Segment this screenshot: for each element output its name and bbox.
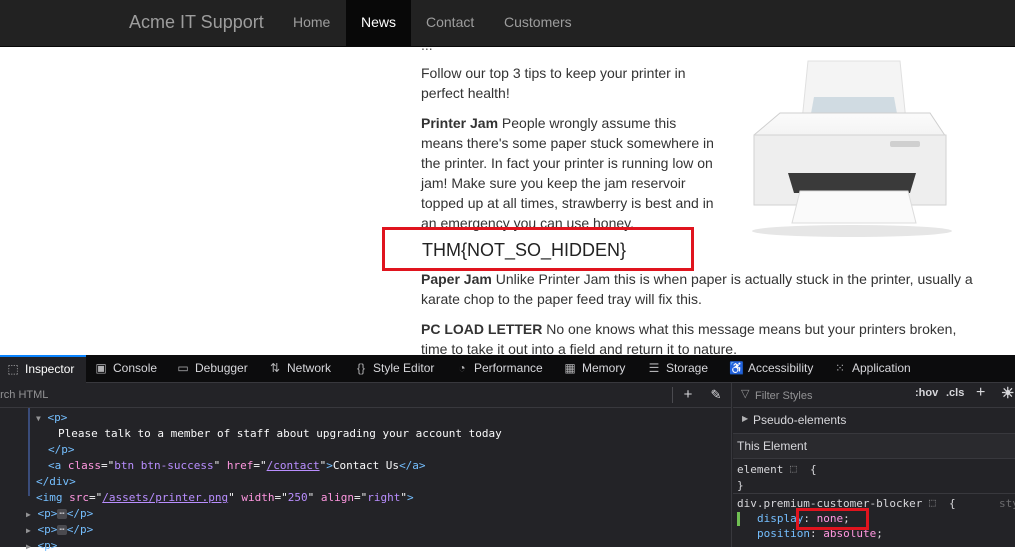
- tab-style-editor[interactable]: {} Style Editor: [354, 355, 434, 383]
- tab-performance[interactable]: ◔ Performance: [455, 355, 542, 383]
- memory-icon: ▦: [564, 361, 576, 375]
- markup-search-bar: + ✎: [0, 383, 732, 408]
- top-navbar: Acme IT Support Home News Contact Custom…: [0, 0, 1015, 47]
- tab-inspector[interactable]: ⬚ Inspector: [0, 355, 86, 383]
- rule-source-link[interactable]: sty: [999, 497, 1015, 510]
- tip-printer-jam: Printer Jam People wrongly assume this m…: [421, 113, 721, 233]
- inspector-icon: ⬚: [7, 362, 19, 376]
- nav-contact[interactable]: Contact: [411, 0, 489, 47]
- rules-toolbar: ▽ :hov .cls + ☀: [733, 383, 1015, 408]
- intro-paragraph: Follow our top 3 tips to keep your print…: [421, 65, 686, 101]
- tip-paper-jam: Paper Jam Unlike Printer Jam this is whe…: [421, 269, 981, 309]
- tree-node-p[interactable]: ▼ <p>: [36, 410, 67, 427]
- tab-console[interactable]: ▣ Console: [94, 355, 157, 383]
- brand-title[interactable]: Acme IT Support: [129, 12, 264, 33]
- tab-storage[interactable]: ☰ Storage: [647, 355, 708, 383]
- tree-closing-p[interactable]: </p>: [48, 442, 75, 458]
- light-theme-icon[interactable]: ☀: [1001, 384, 1014, 402]
- tab-application[interactable]: ⁙ Application: [833, 355, 911, 383]
- tab-network[interactable]: ⇅ Network: [268, 355, 331, 383]
- application-icon: ⁙: [834, 361, 846, 375]
- class-toggle[interactable]: .cls: [946, 387, 964, 399]
- nav-news[interactable]: News: [346, 0, 412, 47]
- node-picker-icon[interactable]: ⬚: [790, 462, 797, 475]
- toolbar-divider: [672, 387, 673, 403]
- rules-panel: ▽ :hov .cls + ☀ ▶ Pseudo-elements This E…: [733, 383, 1015, 547]
- page-content: ... Follow our top 3 tips to keep your p…: [0, 47, 1015, 355]
- tree-text-node[interactable]: Please talk to a member of staff about u…: [58, 426, 502, 442]
- filter-styles-input[interactable]: [755, 388, 905, 403]
- filter-icon: ▽: [741, 388, 750, 400]
- tree-node-a[interactable]: <a class="btn btn-success" href="/contac…: [48, 458, 426, 474]
- accessibility-icon: ♿: [729, 361, 744, 375]
- selection-gutter: [28, 408, 30, 496]
- console-icon: ▣: [95, 361, 107, 375]
- style-editor-icon: {}: [356, 361, 365, 375]
- nav-home[interactable]: Home: [278, 0, 345, 47]
- markup-panel: + ✎ ▼ <p> Please talk to a member of sta…: [0, 383, 732, 552]
- hover-state-toggle[interactable]: :hov: [915, 387, 938, 399]
- changed-indicator: [737, 512, 740, 526]
- tip-text: Unlike Printer Jam this is when paper is…: [421, 271, 973, 307]
- debugger-icon: ▭: [177, 361, 189, 375]
- markup-tree: ▼ <p> Please talk to a member of staff a…: [0, 408, 732, 552]
- tree-node-p-collapsed[interactable]: ▶ <p> ⋯ </p>: [26, 522, 93, 539]
- tip-title: Printer Jam: [421, 115, 499, 131]
- add-rule-icon[interactable]: +: [976, 384, 985, 402]
- pseudo-elements-row[interactable]: ▶ Pseudo-elements: [733, 408, 1015, 434]
- highlight-box-display-none: [796, 508, 869, 530]
- expand-toggle-icon[interactable]: ▶: [742, 414, 748, 423]
- storage-icon: ☰: [648, 361, 660, 375]
- tip-text: People wrongly assume this means there's…: [421, 115, 714, 231]
- performance-icon: ◔: [458, 361, 466, 375]
- tip-title: PC LOAD LETTER: [421, 321, 543, 337]
- eyedropper-icon[interactable]: ✎: [706, 386, 726, 404]
- collapsed-content-icon[interactable]: ⋯: [57, 525, 67, 535]
- printer-image: [740, 55, 976, 247]
- expand-toggle-icon[interactable]: ▶: [26, 526, 31, 535]
- add-node-icon[interactable]: +: [678, 386, 698, 404]
- devtools-panel: ⬚ Inspector ▣ Console ▭ Debugger ⇅ Network {…: [0, 355, 1015, 552]
- network-icon: ⇅: [269, 361, 281, 375]
- node-picker-icon[interactable]: ⬚: [929, 496, 936, 509]
- highlight-box-flag: [382, 227, 694, 271]
- tip-pc-load-letter: PC LOAD LETTER No one knows what this me…: [421, 319, 981, 355]
- tip-title: Paper Jam: [421, 271, 492, 287]
- tree-node-p-collapsed[interactable]: ▶ <p> ⋯ </p>: [26, 506, 93, 523]
- premium-customer-blocker-rule[interactable]: div.premium-customer-blocker ⬚ { sty dis…: [733, 494, 1015, 547]
- expand-toggle-icon[interactable]: ▼: [36, 414, 41, 423]
- partial-text: ...: [421, 47, 721, 55]
- element-rule[interactable]: element ⬚ { }: [733, 459, 1015, 494]
- tab-accessibility[interactable]: ♿ Accessibility: [729, 355, 813, 383]
- tree-node-img[interactable]: <img src="/assets/printer.png" width="25…: [36, 490, 414, 506]
- tree-closing-div[interactable]: </div>: [36, 474, 76, 490]
- collapsed-content-icon[interactable]: ⋯: [57, 509, 67, 519]
- search-html-input[interactable]: [0, 387, 654, 403]
- expand-toggle-icon[interactable]: ▶: [26, 510, 31, 519]
- devtools-tabbar: ⬚ Inspector ▣ Console ▭ Debugger ⇅ Network {…: [0, 355, 1015, 383]
- this-element-header: This Element: [733, 434, 1015, 459]
- tab-debugger[interactable]: ▭ Debugger: [176, 355, 247, 383]
- tab-memory[interactable]: ▦ Memory: [563, 355, 625, 383]
- nav-customers[interactable]: Customers: [489, 0, 587, 47]
